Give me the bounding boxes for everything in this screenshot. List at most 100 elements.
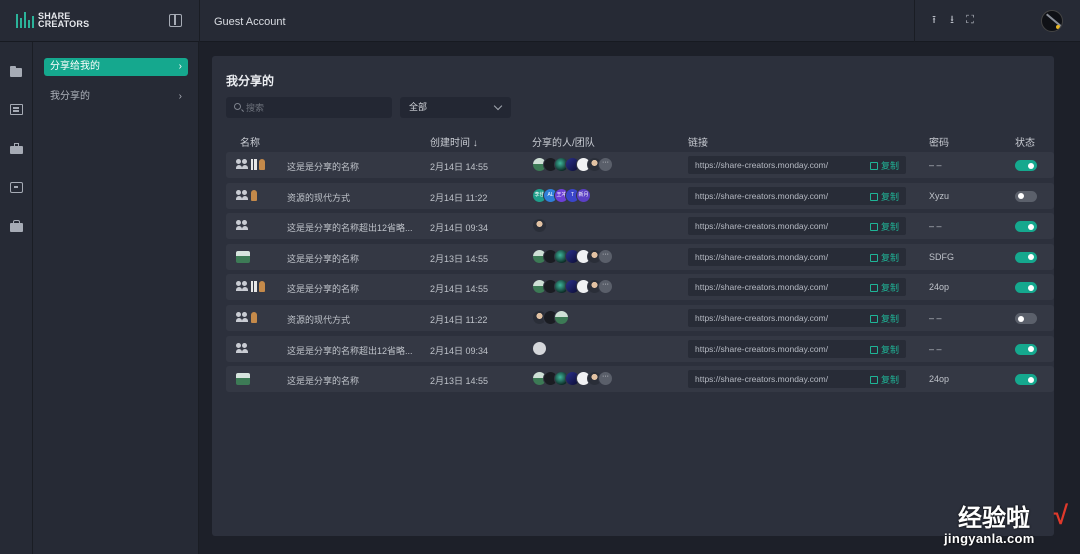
people-icon [236,220,249,231]
share-name[interactable]: 这是是分享的名称 [287,160,359,173]
column-header-shared-with[interactable]: 分享的人/团队 [532,134,595,149]
gift-icon[interactable] [10,220,23,232]
copy-button[interactable]: 复制 [870,281,899,294]
owner-icons [236,159,265,170]
download-icon[interactable]: ⭳ [946,14,958,26]
app-window: SHARE CREATORS Guest Account ⭱ ⭳ ⛶ 分享给我的… [0,0,1080,554]
column-header-name[interactable]: 名称 [240,134,260,149]
table-row[interactable]: 这是是分享的名称 2月13日 14:55 ··· https://share-crea… [226,366,1054,393]
copy-button[interactable]: 复制 [870,220,899,233]
status-toggle[interactable] [1015,251,1037,263]
fullscreen-icon[interactable]: ⛶ [964,14,976,26]
search-box [226,97,392,118]
sidebar-toggle-icon[interactable] [169,14,182,27]
upload-icon[interactable]: ⭱ [928,14,940,26]
checkmark-icon: √ [1053,500,1068,530]
status-toggle[interactable] [1015,190,1037,202]
sidebar-item-my-shares[interactable]: 我分享的 › [44,88,188,106]
share-password: – – [929,313,942,323]
shared-avatars[interactable]: 李佳 AL 王冲 T 新月 [532,187,591,203]
copy-button[interactable]: 复制 [870,159,899,172]
status-toggle[interactable] [1015,221,1037,233]
share-link[interactable]: https://share-creators.monday.com/ [695,374,828,384]
logo-text-line2: CREATORS [38,19,90,29]
copy-button[interactable]: 复制 [870,373,899,386]
column-header-password[interactable]: 密码 [929,134,949,149]
filter-select[interactable]: 全部 [400,97,511,118]
column-header-created[interactable]: 创建时间 ↓ [430,134,478,149]
owner-icons [236,342,249,354]
people-icon [236,312,249,323]
share-link[interactable]: https://share-creators.monday.com/ [695,282,828,292]
people-icon [236,281,249,292]
share-link[interactable]: https://share-creators.monday.com/ [695,221,828,231]
copy-button[interactable]: 复制 [870,190,899,203]
created-time: 2月14日 14:55 [430,284,489,295]
table-row[interactable]: 这是是分享的名称 2月14日 14:55 ··· https://share-crea… [226,274,1054,301]
member-avatar [554,310,569,325]
share-name[interactable]: 这是是分享的名称 [287,252,359,265]
search-input[interactable] [246,97,386,118]
status-toggle[interactable] [1015,282,1037,294]
link-field: https://share-creators.monday.com/复制 [688,217,906,236]
figure-icon [259,281,265,293]
share-link[interactable]: https://share-creators.monday.com/ [695,191,828,201]
share-password: 24op [929,374,950,385]
copy-button[interactable]: 复制 [870,312,899,325]
figure-icon [259,159,265,170]
filter-selected-value: 全部 [409,102,428,112]
link-field: https://share-creators.monday.com/复制 [688,370,906,389]
copy-button[interactable]: 复制 [870,251,899,264]
table-row[interactable]: 资源的现代方式 2月14日 11:22 李佳 AL 王冲 T 新月 https://share… [226,182,1054,209]
shared-avatars[interactable] [532,218,547,234]
list-icon[interactable] [10,104,23,115]
created-time: 2月13日 14:55 [430,376,489,387]
share-link[interactable]: https://share-creators.monday.com/ [695,160,828,170]
copy-label: 复制 [881,283,900,294]
shared-avatars[interactable]: ··· [532,248,613,264]
share-link[interactable]: https://share-creators.monday.com/ [695,313,828,323]
status-toggle[interactable] [1015,313,1037,324]
shared-avatars[interactable]: ··· [532,279,613,295]
share-name[interactable]: 这是是分享的名称 [287,374,359,387]
table-row[interactable]: 这是是分享的名称 2月13日 14:55 ··· https://share-crea… [226,243,1054,270]
share-link[interactable]: https://share-creators.monday.com/ [695,252,828,262]
copy-icon [870,253,878,262]
share-name[interactable]: 资源的现代方式 [287,191,350,204]
shared-avatars[interactable]: ··· [532,371,613,387]
shared-avatars[interactable] [532,340,547,356]
table-row[interactable]: 这是是分享的名称超出12省略... 2月14日 09:34 https://shar… [226,335,1054,362]
copy-button[interactable]: 复制 [870,343,899,356]
created-time: 2月14日 14:55 [430,162,489,172]
status-toggle[interactable] [1015,374,1037,386]
shared-avatars[interactable] [532,310,569,325]
sidebar-item-shared-with-me[interactable]: 分享给我的 › [44,58,188,76]
archive-icon[interactable] [10,182,23,193]
status-toggle[interactable] [1015,343,1037,355]
table-row[interactable]: 资源的现代方式 2月14日 11:22 https://share-creators… [226,305,1054,331]
user-avatar[interactable] [1041,10,1063,32]
share-link[interactable]: https://share-creators.monday.com/ [695,344,828,354]
share-name[interactable]: 资源的现代方式 [287,313,350,326]
link-field: https://share-creators.monday.com/复制 [688,339,906,358]
share-password: – – [929,160,942,170]
briefcase-icon[interactable] [10,143,23,154]
folder-icon[interactable] [10,66,23,77]
owner-icons [236,220,249,231]
shared-avatars[interactable]: ··· [532,157,613,172]
table-row[interactable]: 这是是分享的名称 2月14日 14:55 ··· https://share-crea… [226,152,1054,178]
share-name[interactable]: 这是是分享的名称 [287,282,359,295]
share-name[interactable]: 这是是分享的名称超出12省略... [287,221,413,234]
status-toggle[interactable] [1015,160,1037,171]
column-header-link[interactable]: 链接 [688,134,708,149]
table-row[interactable]: 这是是分享的名称超出12省略... 2月14日 09:34 https://shar… [226,213,1054,240]
share-password: SDFG [929,251,955,262]
link-field: https://share-creators.monday.com/复制 [688,309,906,327]
copy-icon [870,284,878,293]
copy-icon [870,192,878,201]
logo[interactable]: SHARE CREATORS [16,12,90,29]
member-avatar [532,218,547,234]
column-header-status[interactable]: 状态 [1015,134,1035,149]
divider [199,0,200,42]
share-name[interactable]: 这是是分享的名称超出12省略... [287,344,413,357]
